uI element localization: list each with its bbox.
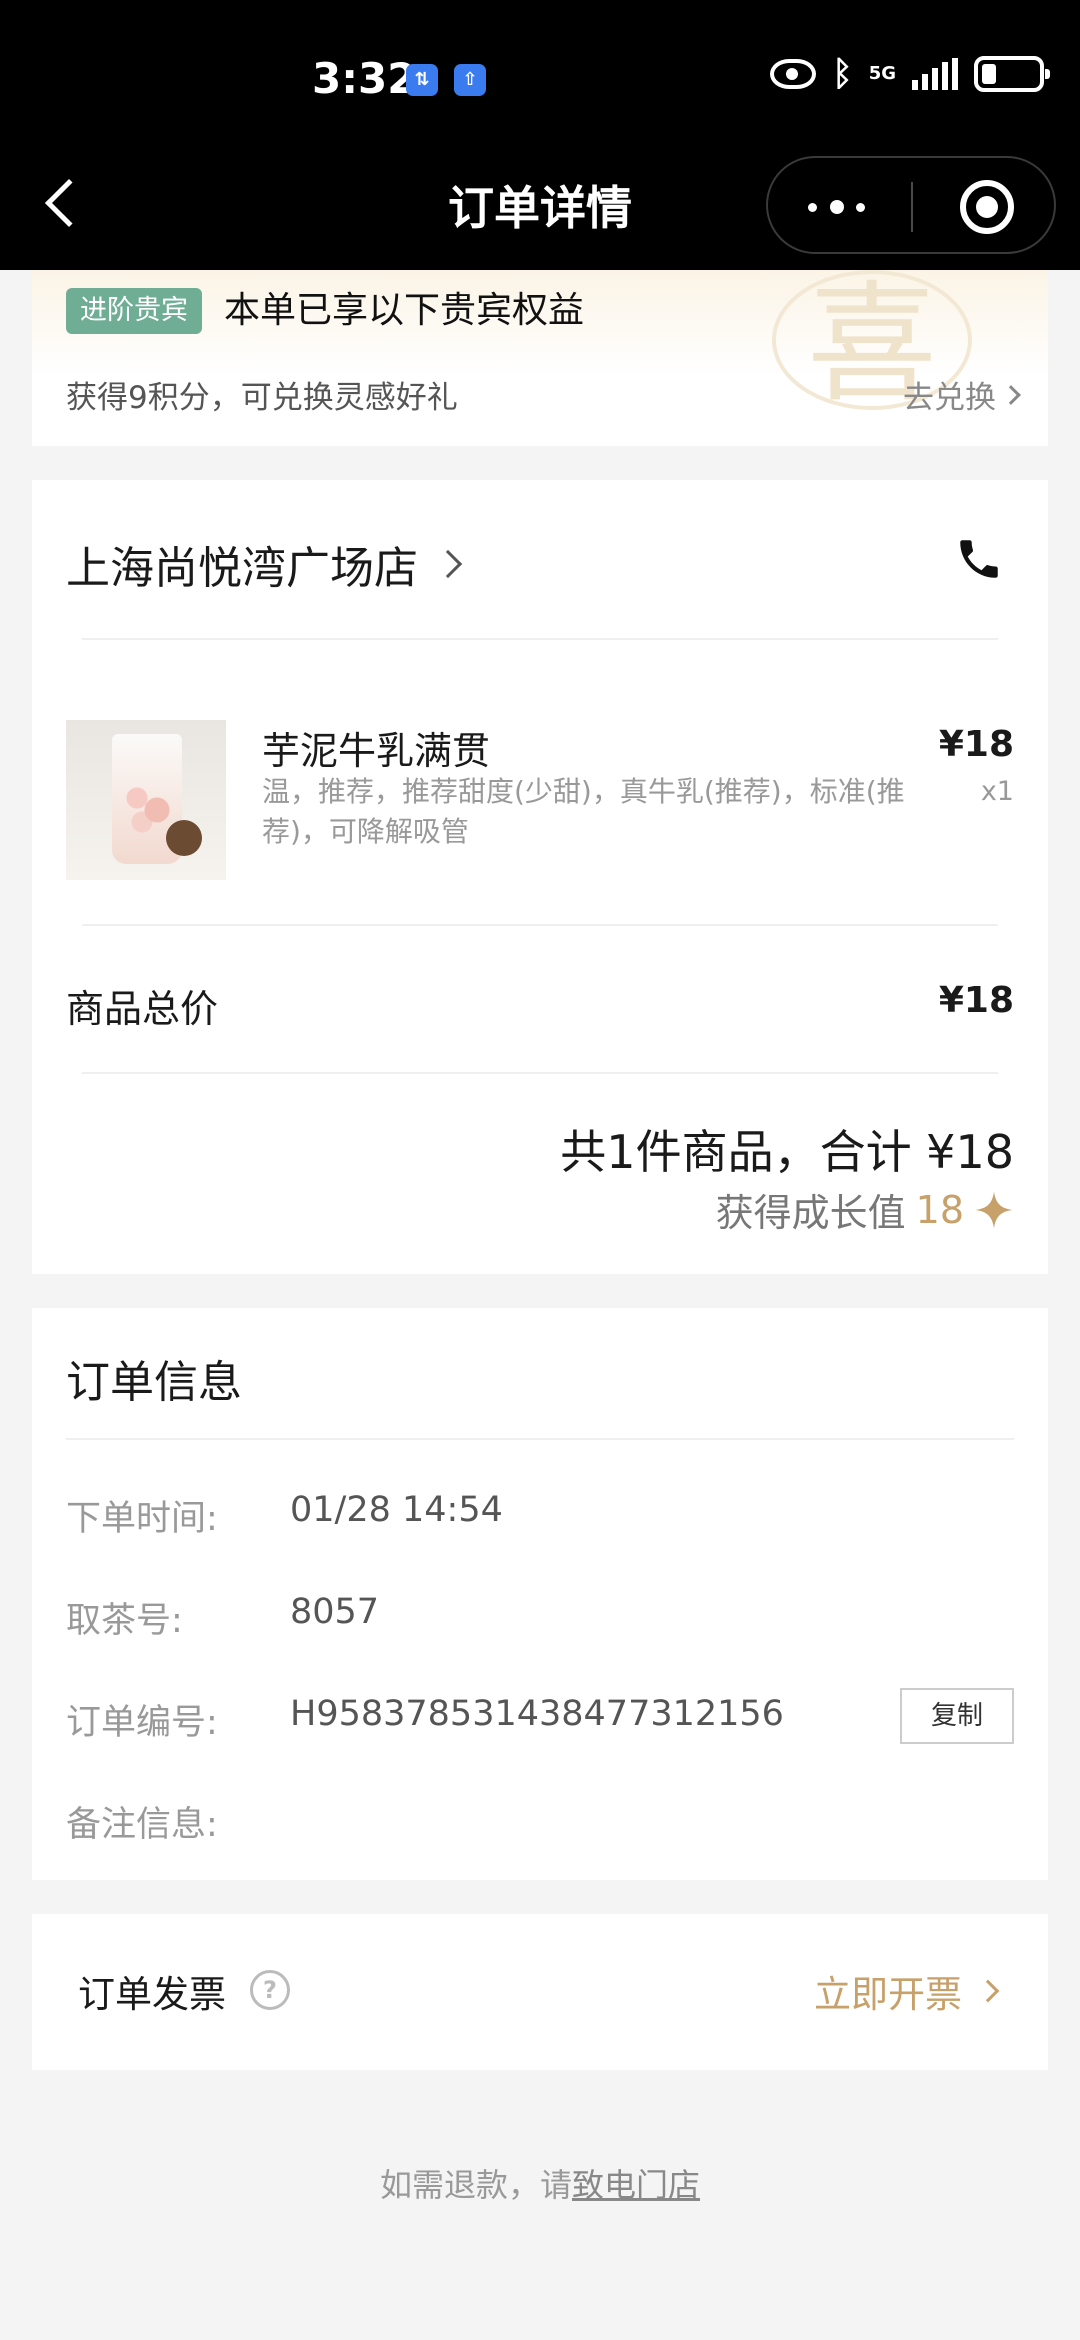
product-topping-illustration <box>166 820 202 856</box>
battery-icon <box>974 56 1050 92</box>
divider <box>82 638 998 640</box>
order-items-card: 上海尚悦湾广场店 芋泥牛乳满贯 温，推荐，推荐甜度(少甜)，真牛乳(推荐)，标准… <box>32 480 1048 1274</box>
capsule-divider <box>911 182 913 232</box>
divider <box>66 1438 1014 1440</box>
bluetooth-icon: ᛒ <box>832 54 853 94</box>
divider <box>82 1072 998 1074</box>
growth-label: 获得成长值 <box>715 1191 906 1235</box>
refund-note: 如需退款，请致电门店 <box>0 2160 1080 2206</box>
order-number-label: 订单编号: <box>66 1703 218 1743</box>
order-summary: 共1件商品，合计 ¥18 <box>560 1125 1014 1179</box>
network-label: 5G <box>868 63 896 84</box>
product-name: 芋泥牛乳满贯 <box>262 729 491 773</box>
store-name: 上海尚悦湾广场店 <box>66 543 418 594</box>
vip-badge: 进阶贵宾 <box>66 288 202 334</box>
order-info-title: 订单信息 <box>66 1357 242 1408</box>
vip-benefits-card: 喜 进阶贵宾 本单已享以下贵宾权益 获得9积分，可兑换灵感好礼 去兑换 <box>32 270 1048 446</box>
order-number-value: H958378531438477312156 <box>290 1694 784 1734</box>
vip-points-text: 获得9积分，可兑换灵感好礼 <box>66 380 458 416</box>
upload-icon: ⇧ <box>454 64 486 96</box>
sparkle-icon <box>975 1191 1013 1228</box>
product-quantity: x1 <box>980 776 1014 807</box>
data-transfer-icon: ⇅ <box>406 64 438 96</box>
invoice-label: 订单发票 <box>78 1973 226 2016</box>
order-time-value: 01/28 14:54 <box>290 1490 503 1530</box>
issue-invoice-button[interactable]: 立即开票 <box>814 1964 1000 2018</box>
product-options: 温，推荐，推荐甜度(少甜)，真牛乳(推荐)，标准(推荐)，可降解吸管 <box>262 775 905 848</box>
signal-icon <box>912 58 958 90</box>
pickup-number-label: 取茶号: <box>66 1601 183 1641</box>
divider <box>82 924 998 926</box>
phone-icon[interactable] <box>954 534 1004 584</box>
issue-invoice-label: 立即开票 <box>814 1973 962 2016</box>
close-miniprogram-icon[interactable] <box>960 180 1014 234</box>
chevron-right-icon <box>433 549 463 579</box>
growth-value: 18 <box>915 1187 964 1232</box>
copy-button[interactable]: 复制 <box>900 1688 1014 1744</box>
top-bar: 3:32 ⇅ ⇧ ᛒ 5G 订单详情 <box>0 0 1080 270</box>
order-info-card: 订单信息 下单时间: 01/28 14:54 取茶号: 8057 订单编号: H… <box>32 1308 1048 1880</box>
exchange-link[interactable]: 去兑换 <box>903 372 1021 417</box>
call-store-link[interactable]: 致电门店 <box>572 2166 700 2204</box>
invoice-card[interactable]: 订单发票 ? 立即开票 <box>32 1914 1048 2070</box>
chevron-right-icon <box>1001 384 1021 405</box>
chevron-right-icon <box>976 1979 1000 2003</box>
status-time: 3:32 <box>312 54 417 103</box>
store-link[interactable]: 上海尚悦湾广场店 <box>66 532 463 596</box>
product-image <box>66 720 226 880</box>
subtotal-value: ¥18 <box>938 980 1014 1021</box>
more-icon[interactable] <box>808 200 872 214</box>
growth-value-row: 获得成长值 18 <box>716 1182 1014 1237</box>
order-time-label: 下单时间: <box>66 1499 218 1539</box>
exchange-label: 去兑换 <box>903 380 996 416</box>
subtotal-label: 商品总价 <box>66 987 219 1031</box>
help-icon[interactable]: ? <box>250 1970 290 2010</box>
remark-label: 备注信息: <box>66 1805 218 1845</box>
vip-title: 本单已享以下贵宾权益 <box>224 290 585 331</box>
pickup-number-value: 8057 <box>290 1592 380 1632</box>
eye-icon <box>770 59 817 89</box>
product-price: ¥18 <box>938 724 1014 765</box>
miniprogram-capsule <box>766 156 1056 254</box>
status-icons: ᛒ 5G <box>770 54 1050 94</box>
refund-note-text: 如需退款，请 <box>379 2166 572 2204</box>
